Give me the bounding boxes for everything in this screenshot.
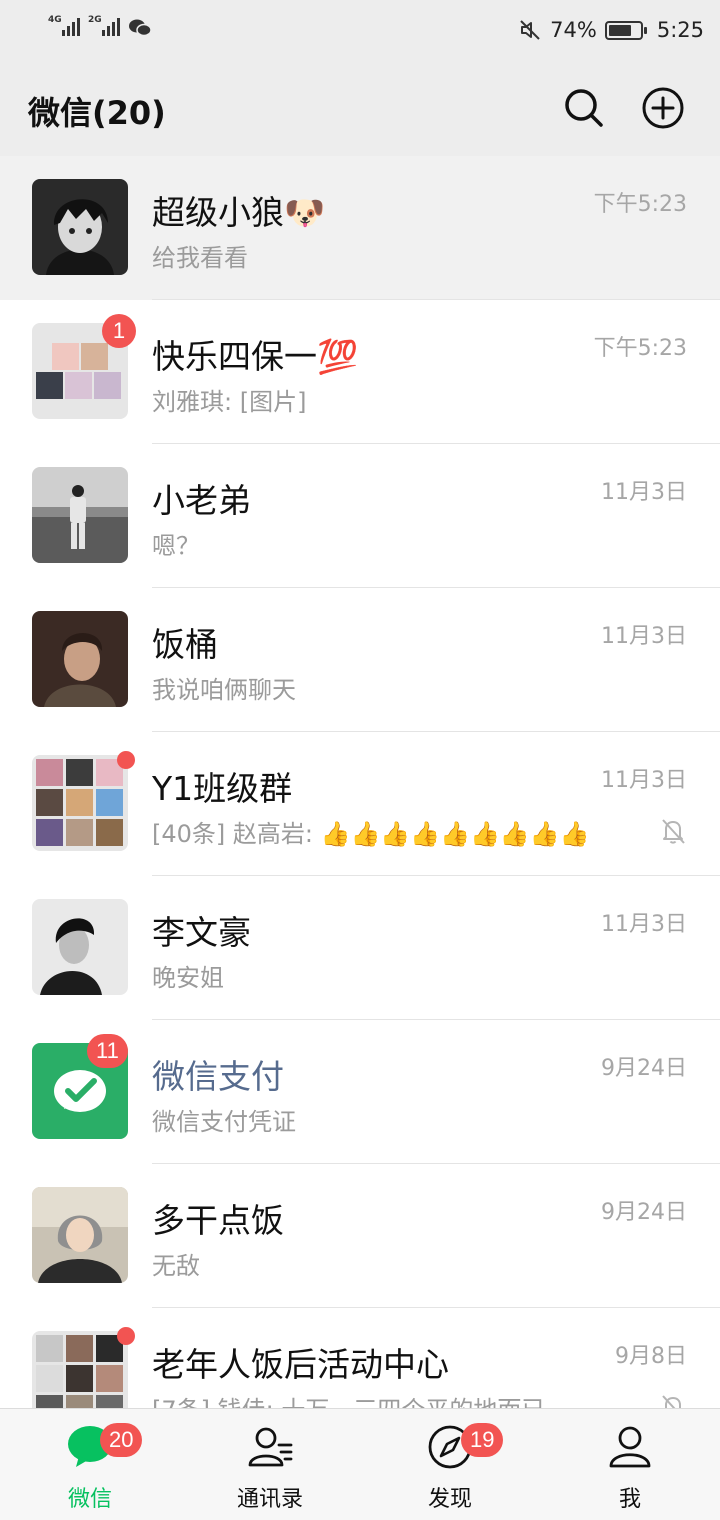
chat-preview: 给我看看	[152, 244, 248, 272]
tab-chats[interactable]: 20 微信	[0, 1409, 180, 1520]
chat-preview: 无敌	[152, 1252, 200, 1280]
mute-bell-icon	[662, 1395, 681, 1408]
tab-label: 发现	[427, 1487, 472, 1512]
avatar	[32, 611, 128, 707]
page-title: 微信(20)	[28, 94, 166, 132]
chat-time: 下午5:23	[593, 192, 687, 217]
tab-contacts[interactable]: 通讯录	[180, 1409, 360, 1520]
chat-name: 饭桶	[152, 625, 218, 664]
chat-row[interactable]: 老年人饭后活动中心 [7条] 钱佳: 十万，三四个平的地而已 9月8日	[0, 1308, 720, 1408]
unread-badge: 1	[102, 314, 136, 348]
person-icon	[609, 1426, 651, 1468]
chat-row[interactable]: 饭桶 我说咱俩聊天 11月3日	[0, 588, 720, 732]
chat-row[interactable]: Y1班级群 [40条] 赵高岩: 👍👍👍👍👍👍👍👍👍 11月3日	[0, 732, 720, 876]
battery-percent: 74%	[550, 18, 597, 42]
chat-time: 9月24日	[601, 1200, 687, 1225]
contacts-icon	[248, 1427, 293, 1467]
group-avatar	[32, 1331, 128, 1408]
chat-row[interactable]: 多干点饭 无敌 9月24日	[0, 1164, 720, 1308]
status-right: 74% 5:25	[518, 15, 704, 45]
chat-preview: 刘雅琪: [图片]	[152, 388, 307, 416]
tab-discover[interactable]: 19 发现	[360, 1409, 540, 1520]
chat-name: 多干点饭	[152, 1201, 284, 1240]
network-type-2: 2G	[88, 15, 102, 25]
avatar	[32, 467, 128, 563]
chat-time: 11月3日	[601, 624, 687, 649]
chat-name: 超级小狼🐶	[152, 193, 326, 232]
chat-name: Y1班级群	[152, 769, 293, 808]
unread-dot	[117, 1327, 135, 1345]
chat-list: 超级小狼🐶 给我看看 下午5:23 1 快乐四保一💯 刘雅琪: [图片] 下午5…	[0, 156, 720, 1408]
chat-time: 11月3日	[601, 768, 687, 793]
app-header: 微信(20)	[0, 60, 720, 156]
mute-bell-icon	[662, 819, 685, 844]
chat-name: 小老弟	[152, 481, 251, 520]
chat-row[interactable]: 超级小狼🐶 给我看看 下午5:23	[0, 156, 720, 300]
group-avatar	[32, 755, 128, 851]
chat-row[interactable]: 11 微信支付 微信支付凭证 9月24日	[0, 1020, 720, 1164]
tab-label: 微信	[67, 1487, 112, 1512]
bottom-tab-bar: 20 微信 通讯录 19 发现 我	[0, 1408, 720, 1520]
tab-label: 我	[618, 1487, 641, 1512]
search-button[interactable]	[560, 84, 608, 132]
plus-circle-icon	[642, 87, 684, 129]
avatar	[32, 899, 128, 995]
chat-row[interactable]: 李文豪 晚安姐 11月3日	[0, 876, 720, 1020]
chat-time: 9月24日	[601, 1056, 687, 1081]
avatar	[32, 179, 128, 275]
search-icon	[565, 89, 603, 127]
unread-badge: 11	[87, 1034, 128, 1068]
status-bar: 4G 2G 74% 5:25	[0, 0, 720, 60]
avatar	[32, 1187, 128, 1283]
chat-time: 11月3日	[601, 912, 687, 937]
battery-fill	[608, 24, 632, 36]
chat-preview: 嗯？	[152, 532, 200, 560]
chat-preview: 我说咱俩聊天	[152, 676, 296, 704]
chat-preview: 晚安姐	[152, 964, 224, 992]
tab-badge: 20	[100, 1423, 143, 1457]
battery-icon	[604, 20, 647, 40]
mute-speaker-icon	[520, 20, 540, 40]
chat-name: 微信支付	[152, 1057, 284, 1096]
network-type-1: 4G	[48, 15, 62, 25]
chat-preview: [40条] 赵高岩: 👍👍👍👍👍👍👍👍👍	[152, 820, 590, 848]
chat-name: 李文豪	[152, 913, 251, 952]
chat-name: 快乐四保一💯	[152, 337, 359, 376]
wechat-notification-icon	[129, 19, 152, 37]
chat-name: 老年人饭后活动中心	[152, 1345, 449, 1384]
chat-preview: [7条] 钱佳: 十万，三四个平的地而已	[152, 1390, 612, 1408]
tab-me[interactable]: 我	[540, 1409, 720, 1520]
add-button[interactable]	[639, 84, 687, 132]
chat-preview: 微信支付凭证	[152, 1108, 296, 1136]
chat-row[interactable]: 1 快乐四保一💯 刘雅琪: [图片] 下午5:23	[0, 300, 720, 444]
tab-badge: 19	[461, 1423, 504, 1457]
clock: 5:25	[656, 18, 704, 42]
chat-time: 下午5:23	[593, 336, 687, 361]
tab-label: 通讯录	[236, 1487, 303, 1512]
chat-time: 9月8日	[615, 1344, 687, 1369]
unread-dot	[117, 751, 135, 769]
chat-row[interactable]: 小老弟 嗯？ 11月3日	[0, 444, 720, 588]
chat-time: 11月3日	[601, 480, 687, 505]
